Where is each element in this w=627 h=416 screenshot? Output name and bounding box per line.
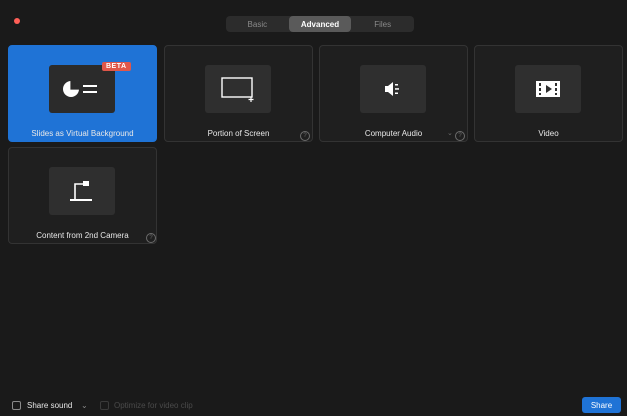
close-window-button[interactable] (14, 18, 20, 24)
share-button[interactable]: Share (582, 397, 621, 413)
optimize-video-checkbox[interactable] (100, 401, 109, 410)
help-icon[interactable]: ? (146, 233, 156, 243)
speaker-icon (385, 82, 399, 96)
help-icon[interactable]: ? (455, 131, 465, 141)
card-computer-audio[interactable]: Computer Audio ⌄ ? (319, 45, 468, 142)
title-bar: Basic Advanced Files (0, 0, 627, 40)
tab-files[interactable]: Files (351, 16, 414, 32)
card-portion-of-screen[interactable]: Portion of Screen ? (164, 45, 313, 142)
card-thumbnail (515, 65, 581, 113)
card-label: Slides as Virtual Background (31, 129, 134, 138)
footer-bar: Share sound ⌄ Optimize for video clip Sh… (0, 396, 627, 416)
card-label: Portion of Screen (207, 129, 270, 138)
optimize-video-label: Optimize for video clip (114, 401, 193, 410)
share-sound-dropdown-icon[interactable]: ⌄ (81, 401, 88, 410)
beta-badge: BETA (102, 62, 131, 71)
help-icon[interactable]: ? (300, 131, 310, 141)
share-sound-label[interactable]: Share sound (27, 401, 72, 410)
card-label: Video (538, 129, 559, 138)
tab-bar: Basic Advanced Files (226, 16, 414, 32)
card-label: Content from 2nd Camera (36, 231, 129, 240)
card-thumbnail (360, 65, 426, 113)
slides-icon (63, 80, 97, 97)
card-thumbnail (205, 65, 271, 113)
card-label: Computer Audio (364, 129, 423, 138)
card-content-2nd-camera[interactable]: Content from 2nd Camera ? (8, 147, 157, 244)
share-sound-checkbox[interactable] (12, 401, 21, 410)
document-camera-icon (70, 181, 92, 201)
tab-advanced[interactable]: Advanced (288, 16, 352, 32)
audio-dropdown-icon[interactable]: ⌄ (447, 129, 453, 137)
tab-basic[interactable]: Basic (226, 16, 289, 32)
card-video[interactable]: Video (474, 45, 623, 142)
card-thumbnail (49, 167, 115, 215)
card-thumbnail (49, 65, 115, 113)
film-icon (536, 81, 560, 97)
portion-screen-icon (221, 77, 254, 102)
card-slides-virtual-background[interactable]: BETA Slides as Virtual Background (8, 45, 157, 142)
